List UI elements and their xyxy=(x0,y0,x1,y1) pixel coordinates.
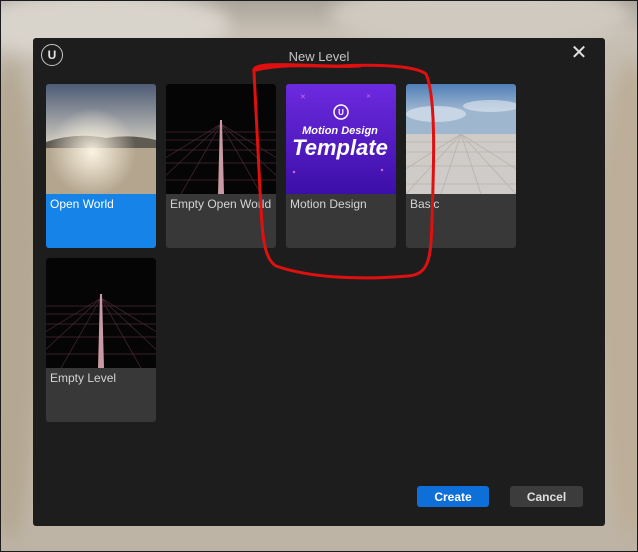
screenshot-border xyxy=(0,0,638,552)
